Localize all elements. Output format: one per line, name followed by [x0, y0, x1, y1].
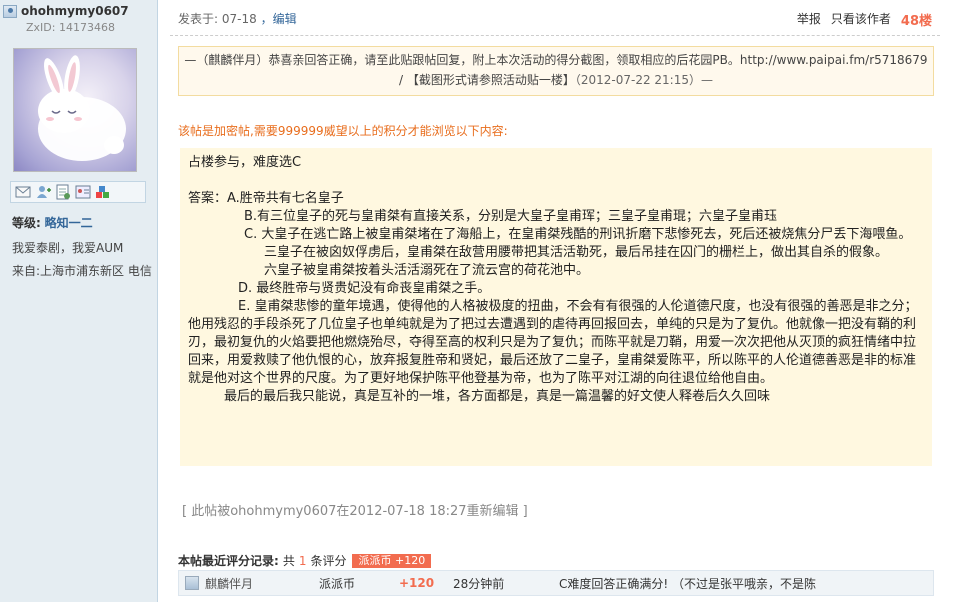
rating-count-prefix: 共: [282, 554, 295, 568]
header-divider: [170, 35, 940, 36]
username-link[interactable]: ohohmymy0607: [21, 4, 129, 18]
profile-icon[interactable]: [55, 184, 71, 200]
level-label: 等级:: [12, 216, 41, 230]
author-sidebar: ohohmymy0607 ZxID: 14173468 等级: 略知一二 我爱泰…: [0, 0, 158, 602]
rating-count: 1: [298, 553, 307, 568]
content-para: D. 最终胜帝与贤贵妃没有命丧皇甫桀之手。: [238, 281, 491, 296]
user-location: 来自:上海市浦东新区 电信: [12, 264, 152, 278]
post-content: 占楼参与，难度选C 答案：A.胜帝共有七名皇子 B.有三位皇子的死与皇甫桀有直接…: [180, 148, 932, 466]
content-para: 占楼参与，难度选C: [188, 155, 302, 170]
encrypted-note: 该帖是加密帖,需要999999威望以上的积分才能浏览以下内容:: [178, 124, 508, 138]
content-para: C. 大皇子在逃亡路上被皇甫桀堵在了海船上，在皇甫桀残酷的刑讯折磨下悲惨死去，死…: [244, 227, 912, 242]
user-signature: 我爱泰剧，我爱AUM: [12, 241, 124, 255]
contact-card-icon[interactable]: [75, 184, 91, 200]
content-para: 三皇子在被囟奴俘虏后，皇甫桀在敌营用腰带把其活活勒死，最后吊挂在囚门的栅栏上，做…: [264, 245, 889, 260]
rating-count-suffix: 条评分: [310, 554, 347, 568]
post-meta: 发表于: 07-18 ，编辑: [178, 10, 297, 27]
add-friend-icon[interactable]: [35, 184, 51, 200]
rating-row: 麒麟伴月 派派币 +120 28分钟前 C难度回答正确满分! （不过是张平哦亲，…: [178, 570, 934, 596]
rating-time: 28分钟前: [453, 576, 505, 591]
content-para: 最后的最后我只能说，真是互补的一堆，各方面都是，真是一篇温馨的好文使人释卷后久久…: [224, 389, 771, 404]
reward-notice: —（麒麟伴月）恭喜亲回答正确，请至此贴跟帖回复，附上本次活动的得分截图，领取相应…: [178, 46, 934, 96]
rating-reason: C难度回答正确满分! （不过是张平哦亲，不是陈: [559, 576, 817, 591]
user-action-bar: [10, 181, 146, 203]
content-blank: [188, 172, 924, 190]
edit-link[interactable]: ，编辑: [261, 12, 297, 26]
content-para: E. 皇甫桀悲惨的童年境遇，使得他的人格被极度的扭曲，不会有有很强的人伦道德尺度…: [188, 299, 918, 386]
email-icon[interactable]: [15, 184, 31, 200]
report-link[interactable]: 举报: [797, 10, 821, 29]
content-para: 答案：A.胜帝共有七名皇子: [188, 191, 344, 206]
only-author-link[interactable]: 只看该作者: [831, 10, 891, 29]
level-value[interactable]: 略知一二: [45, 216, 93, 230]
rating-points: +120: [399, 576, 435, 590]
rater-name[interactable]: 麒麟伴月: [205, 575, 319, 592]
post-actions: 举报 只看该作者 48楼: [797, 10, 932, 29]
notice-line-2-text: / 【截图形式请参照活动贴一楼】: [399, 73, 575, 87]
user-level: 等级: 略知一二: [12, 214, 93, 231]
notice-line-2: / 【截图形式请参照活动贴一楼】（2012-07-22 21:15）—: [179, 70, 933, 90]
notice-date: （2012-07-22 21:15）—: [574, 73, 713, 87]
edit-history-note: [ 此帖被ohohmymy0607在2012-07-18 18:27重新编辑 ]: [182, 504, 528, 519]
avatar[interactable]: [13, 48, 137, 172]
rating-header: 本帖最近评分记录: 共 1 条评分 派派币 +120: [178, 552, 432, 569]
rater-avatar-icon: [185, 576, 199, 590]
content-para: 六皇子被皇甫桀按着头活活溺死在了流云宫的荷花池中。: [264, 263, 590, 278]
user-icon: [3, 4, 17, 18]
user-zxid: ZxID: 14173468: [26, 21, 115, 34]
username-row[interactable]: ohohmymy0607: [3, 3, 129, 19]
floor-number[interactable]: 48楼: [901, 10, 932, 29]
rating-type: 派派币: [319, 576, 356, 591]
content-para: B.有三位皇子的死与皇甫桀有直接关系，分别是大皇子皇甫珲；三皇子皇甫琨；六皇子皇…: [244, 209, 778, 224]
rating-title: 本帖最近评分记录:: [178, 554, 279, 568]
blocks-icon[interactable]: [95, 184, 111, 200]
post-date: 发表于: 07-18: [178, 12, 257, 26]
rating-badge: 派派币 +120: [352, 553, 432, 568]
notice-line-1: —（麒麟伴月）恭喜亲回答正确，请至此贴跟帖回复，附上本次活动的得分截图，领取相应…: [184, 53, 928, 67]
